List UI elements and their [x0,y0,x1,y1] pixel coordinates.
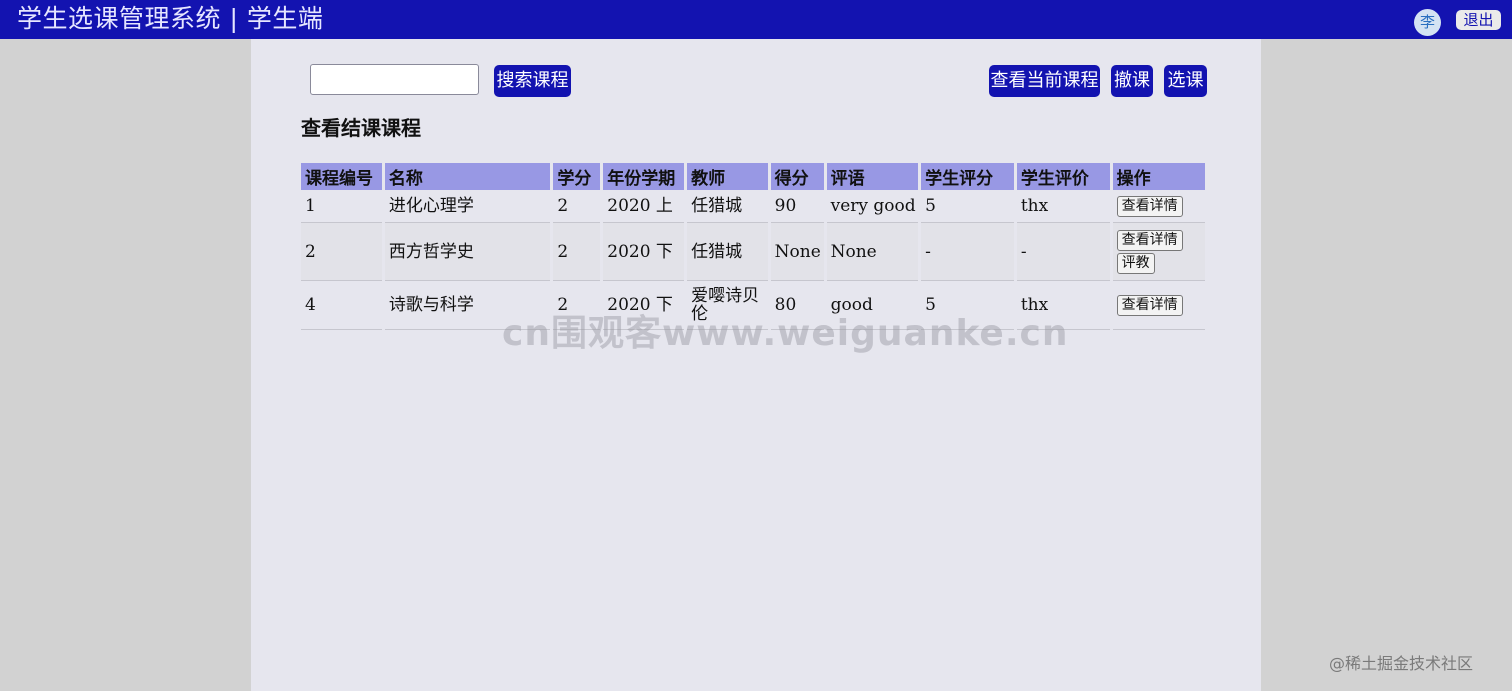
teacher-cell: 爱嘤诗贝伦 [687,281,768,330]
logout-button[interactable]: 退出 [1456,10,1501,30]
actions-cell: 查看详情 [1112,190,1205,223]
view-current-courses-button[interactable]: 查看当前课程 [989,65,1100,97]
actions-cell: 查看详情 [1112,281,1205,330]
student-rating-cell: - [921,223,1014,281]
teacher-cell: 任猎城 [687,190,768,223]
corner-watermark: @稀土掘金技术社区 [1329,654,1474,673]
score-cell: 90 [770,190,824,223]
student-review-cell: thx [1016,281,1110,330]
table-row: 2 西方哲学史 2 2020 下 任猎城 None None - - 查看详情 … [301,223,1205,281]
column-header: 学分 [553,163,601,190]
credit-cell: 2 [553,190,601,223]
column-header: 操作 [1112,163,1205,190]
view-details-button[interactable]: 查看详情 [1116,195,1183,217]
course-name-cell: 进化心理学 [384,190,551,223]
column-header: 得分 [770,163,824,190]
select-course-button[interactable]: 选课 [1164,65,1207,97]
actions-cell: 查看详情 评教 [1112,223,1205,281]
term-cell: 2020 下 [603,281,685,330]
course-name-cell: 西方哲学史 [384,223,551,281]
section-title: 查看结课课程 [301,116,421,140]
table-row: 4 诗歌与科学 2 2020 下 爱嘤诗贝伦 80 good 5 thx 查看详… [301,281,1205,330]
withdraw-course-button[interactable]: 撤课 [1111,65,1153,97]
column-header: 课程编号 [301,163,382,190]
student-rating-cell: 5 [921,190,1014,223]
evaluate-teaching-button[interactable]: 评教 [1116,252,1155,274]
search-input[interactable] [310,64,479,95]
view-details-button[interactable]: 查看详情 [1116,294,1183,316]
column-header: 学生评价 [1016,163,1110,190]
course-name-cell: 诗歌与科学 [384,281,551,330]
student-rating-cell: 5 [921,281,1014,330]
student-review-cell: thx [1016,190,1110,223]
column-header: 学生评分 [921,163,1014,190]
comment-cell: good [826,281,919,330]
credit-cell: 2 [553,223,601,281]
term-cell: 2020 上 [603,190,685,223]
course-id-cell: 4 [301,281,382,330]
teacher-cell: 任猎城 [687,223,768,281]
comment-cell: very good [826,190,919,223]
app-title: 学生选课管理系统 | 学生端 [17,4,324,33]
column-header: 年份学期 [603,163,685,190]
table-row: 1 进化心理学 2 2020 上 任猎城 90 very good 5 thx … [301,190,1205,223]
table-header-row: 课程编号 名称 学分 年份学期 教师 得分 评语 学生评分 学生评价 操作 [301,163,1205,190]
column-header: 评语 [826,163,919,190]
course-id-cell: 1 [301,190,382,223]
score-cell: None [770,223,824,281]
completed-courses-table: 课程编号 名称 学分 年份学期 教师 得分 评语 学生评分 学生评价 操作 1 … [298,163,1208,330]
top-bar: 学生选课管理系统 | 学生端 李 退出 [0,0,1512,39]
column-header: 教师 [687,163,768,190]
term-cell: 2020 下 [603,223,685,281]
column-header: 名称 [384,163,551,190]
credit-cell: 2 [553,281,601,330]
course-id-cell: 2 [301,223,382,281]
main-panel: 搜索课程 查看当前课程 撤课 选课 查看结课课程 课程编号 名称 学分 年份学期… [251,39,1261,691]
user-avatar[interactable]: 李 [1414,9,1441,36]
search-course-button[interactable]: 搜索课程 [494,65,571,97]
score-cell: 80 [770,281,824,330]
student-review-cell: - [1016,223,1110,281]
view-details-button[interactable]: 查看详情 [1116,229,1183,251]
comment-cell: None [826,223,919,281]
